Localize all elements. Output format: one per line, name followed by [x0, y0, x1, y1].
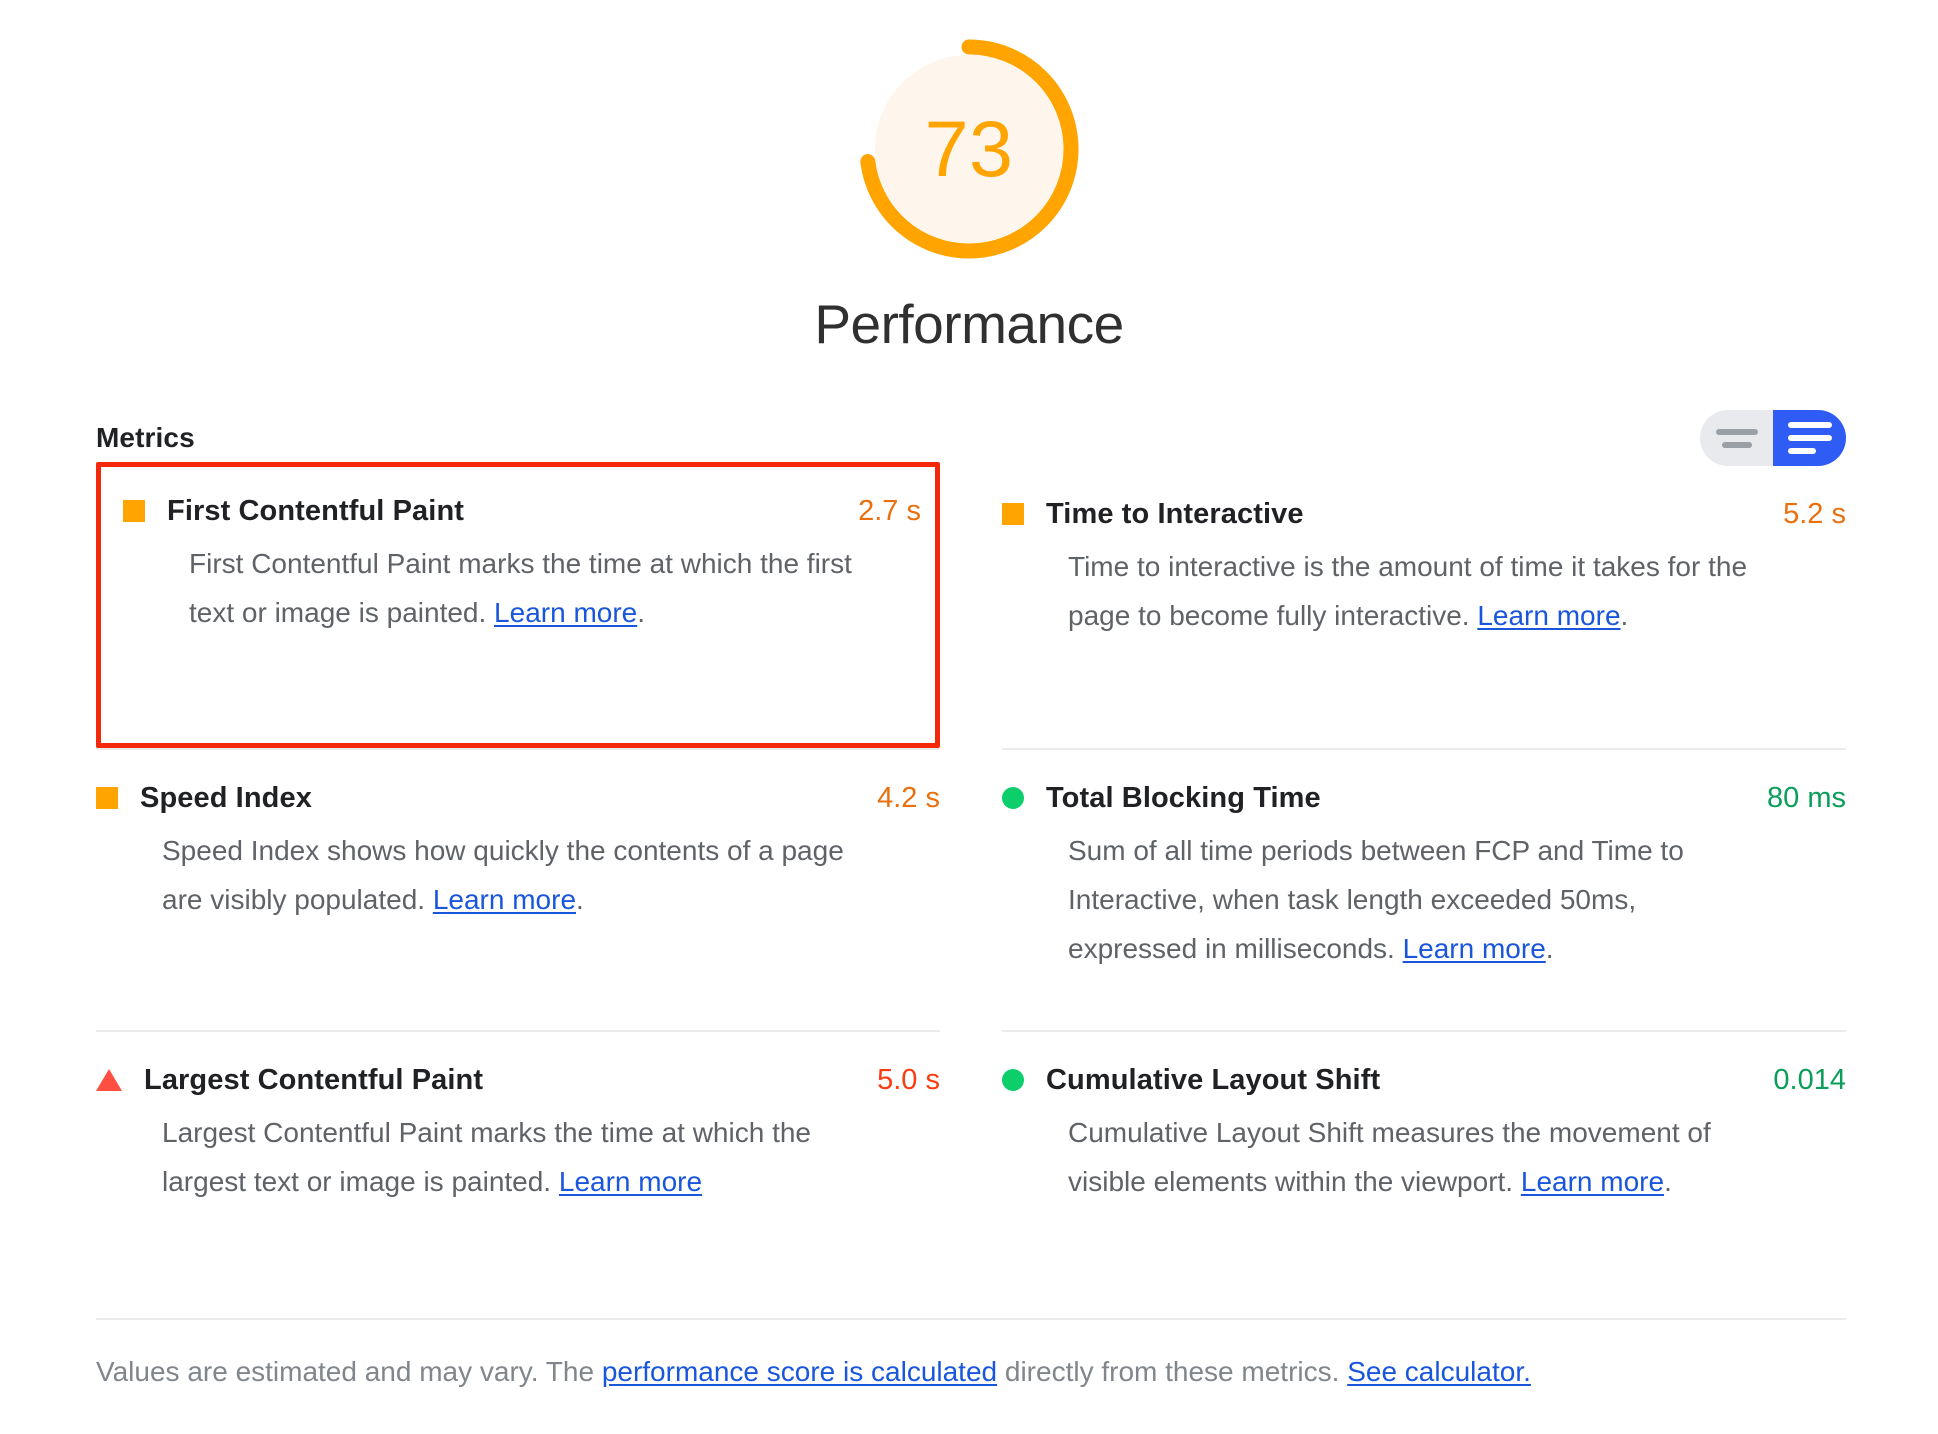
- expanded-line-icon: [1787, 422, 1832, 428]
- square-orange-icon: [123, 500, 145, 522]
- metric-description-suffix: .: [576, 884, 584, 915]
- metric-name: Speed Index: [140, 782, 312, 814]
- metric-header: Total Blocking Time 80 ms: [1002, 776, 1846, 820]
- performance-score-link[interactable]: performance score is calculated: [602, 1356, 997, 1387]
- metric-description-text: Largest Contentful Paint marks the time …: [162, 1117, 811, 1197]
- metric-row[interactable]: Largest Contentful Paint 5.0 s Largest Con…: [96, 1030, 940, 1312]
- metric-row[interactable]: First Contentful Paint 2.7 s First Content…: [96, 462, 940, 748]
- performance-gauge-section: 73 Performance: [0, 0, 1938, 356]
- lighthouse-performance-report: 73 Performance Metrics First Contentful …: [0, 0, 1938, 1434]
- metric-description-suffix: .: [637, 597, 646, 628]
- metric-row[interactable]: Total Blocking Time 80 ms Sum of all time …: [1002, 748, 1846, 1030]
- metrics-heading: Metrics: [96, 422, 195, 453]
- metric-value: 80 ms: [1767, 782, 1846, 814]
- learn-more-link[interactable]: Learn more: [1403, 933, 1546, 964]
- footer-text-1: Values are estimated and may vary. The: [96, 1356, 602, 1387]
- metric-value: 5.2 s: [1783, 498, 1846, 530]
- metric-description: First Contentful Paint marks the time at…: [189, 539, 889, 637]
- circle-green-icon: [1002, 1069, 1024, 1091]
- square-orange-icon: [123, 500, 145, 522]
- metric-description: Speed Index shows how quickly the conten…: [162, 826, 862, 924]
- metric-value: 2.7 s: [858, 495, 921, 527]
- metric-name: Total Blocking Time: [1046, 782, 1321, 814]
- expanded-line-icon: [1787, 448, 1816, 454]
- see-calculator-link[interactable]: See calculator.: [1347, 1356, 1531, 1387]
- triangle-red-icon: [96, 1069, 122, 1091]
- metric-name: Time to Interactive: [1046, 498, 1304, 530]
- metric-description: Sum of all time periods between FCP and …: [1068, 826, 1768, 973]
- metric-value: 5.0 s: [877, 1064, 940, 1096]
- metric-value: 0.014: [1773, 1064, 1846, 1096]
- metric-row[interactable]: Cumulative Layout Shift 0.014 Cumulative L…: [1002, 1030, 1846, 1312]
- metric-value: 4.2 s: [877, 782, 940, 814]
- metric-row[interactable]: Speed Index 4.2 s Speed Index shows how qu…: [96, 748, 940, 1030]
- square-orange-icon: [96, 787, 118, 809]
- metric-description: Time to interactive is the amount of tim…: [1068, 542, 1768, 640]
- performance-gauge: 73: [854, 34, 1084, 264]
- metric-name: Cumulative Layout Shift: [1046, 1064, 1381, 1096]
- gauge-score-value: 73: [924, 104, 1014, 193]
- metric-description-text: Sum of all time periods between FCP and …: [1068, 835, 1684, 964]
- metric-name: Largest Contentful Paint: [144, 1064, 484, 1096]
- metric-description-suffix: .: [1620, 600, 1629, 631]
- footer-text-2: directly from these metrics.: [997, 1356, 1348, 1387]
- metrics-grid: First Contentful Paint 2.7 s First Content…: [96, 462, 1846, 1312]
- square-orange-icon: [1002, 503, 1024, 525]
- circle-green-icon: [1002, 1069, 1024, 1091]
- metric-name: First Contentful Paint: [167, 495, 465, 527]
- metric-header: Speed Index 4.2 s: [96, 776, 940, 820]
- circle-green-icon: [1002, 787, 1024, 809]
- metric-header: Largest Contentful Paint 5.0 s: [96, 1058, 940, 1102]
- learn-more-link[interactable]: Learn more: [1521, 1166, 1664, 1197]
- toggle-compact-view-button[interactable]: [1700, 410, 1773, 466]
- compact-line-icon: [1715, 428, 1758, 435]
- learn-more-link[interactable]: Learn more: [1477, 600, 1620, 631]
- square-orange-icon: [96, 787, 118, 809]
- metric-description: Cumulative Layout Shift measures the mov…: [1068, 1108, 1768, 1206]
- compact-line-icon: [1721, 441, 1752, 448]
- metric-header: Time to Interactive 5.2 s: [1002, 492, 1846, 536]
- metric-header: First Contentful Paint 2.7 s: [123, 489, 921, 533]
- learn-more-link[interactable]: Learn more: [433, 884, 576, 915]
- metric-description: Largest Contentful Paint marks the time …: [162, 1108, 862, 1206]
- expanded-line-icon: [1787, 435, 1832, 441]
- triangle-red-icon: [96, 1069, 122, 1091]
- metric-description-text: Time to interactive is the amount of tim…: [1068, 551, 1748, 631]
- square-orange-icon: [1002, 503, 1024, 525]
- learn-more-link[interactable]: Learn more: [494, 597, 637, 628]
- metric-description-suffix: .: [1664, 1166, 1672, 1197]
- metric-row[interactable]: Time to Interactive 5.2 s Time to interact…: [1002, 466, 1846, 748]
- page-title: Performance: [814, 293, 1124, 355]
- circle-green-icon: [1002, 787, 1024, 809]
- metrics-header: Metrics: [96, 410, 1846, 466]
- view-density-toggle[interactable]: [1700, 410, 1846, 466]
- learn-more-link[interactable]: Learn more: [559, 1166, 702, 1197]
- toggle-expanded-view-button[interactable]: [1773, 410, 1846, 466]
- footer-note: Values are estimated and may vary. The p…: [96, 1318, 1846, 1394]
- metric-header: Cumulative Layout Shift 0.014: [1002, 1058, 1846, 1102]
- metric-description-suffix: .: [1545, 933, 1554, 964]
